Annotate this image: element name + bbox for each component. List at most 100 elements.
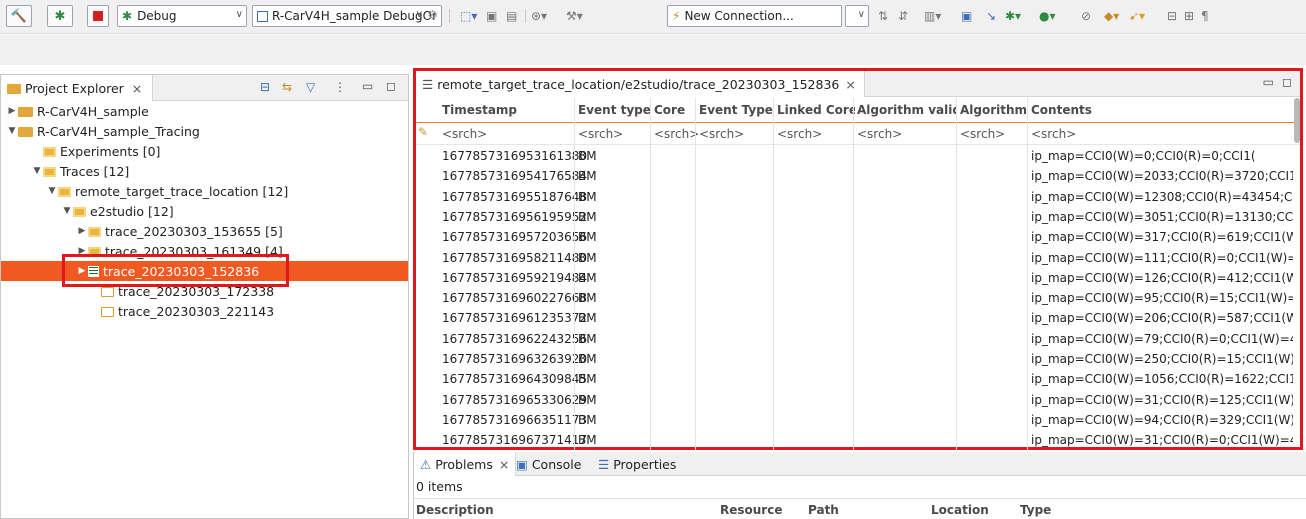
vertical-scrollbar[interactable] — [1294, 98, 1300, 143]
table-row[interactable]: 1677857316957203656 BM ip_map=CCI0(W)=317;… — [416, 227, 1300, 247]
prev-annotation-icon[interactable]: ⊟ — [1167, 8, 1177, 24]
column-header[interactable]: Algorithm valid — [857, 98, 957, 122]
debug-bug-icon[interactable]: ✱ — [47, 5, 73, 27]
link-editor-icon[interactable]: ⇆ — [282, 80, 292, 94]
collapsed-twisty-icon[interactable]: ▶ — [76, 226, 88, 236]
launch-config-select[interactable]: R-CarV4H_sample DebugOr ∨ ⚙ — [252, 5, 442, 27]
launch-config-label: R-CarV4H_sample DebugOr — [272, 9, 437, 23]
close-icon[interactable]: × — [132, 81, 142, 96]
column-header[interactable]: Contents — [1031, 98, 1291, 122]
table-row[interactable]: 1677857316954176584 BM ip_map=CCI0(W)=2033… — [416, 166, 1300, 186]
table-row[interactable]: 1677857316959219484 BM ip_map=CCI0(W)=126;… — [416, 268, 1300, 288]
column-search-field[interactable]: <srch> — [857, 124, 902, 144]
run-icon[interactable]: ●▾ — [1039, 8, 1056, 24]
tree-item[interactable]: Experiments [0] — [1, 141, 408, 161]
column-type[interactable]: Type — [1020, 503, 1051, 517]
target-icon[interactable]: ⊛▾ — [531, 8, 547, 24]
column-search-field[interactable]: <srch> — [777, 124, 822, 144]
tab-problems[interactable]: ⚠ Problems × — [414, 452, 517, 476]
paragraph-icon[interactable]: ¶ — [1201, 8, 1209, 24]
launch-mode-select[interactable]: ✱ Debug ∨ — [117, 5, 247, 27]
minimize-icon[interactable]: ▭ — [362, 79, 373, 93]
tree-item[interactable]: ▶ R-CarV4H_sample — [1, 101, 408, 121]
table-row[interactable]: 1677857316956195952 BM ip_map=CCI0(W)=3051… — [416, 207, 1300, 227]
close-icon[interactable]: × — [499, 457, 509, 472]
table-row[interactable]: 1677857316965330629 BM ip_map=CCI0(W)=31;C… — [416, 390, 1300, 410]
connection-select[interactable]: ⚡ New Connection... — [667, 5, 842, 27]
table-row[interactable]: 1677857316960227668 BM ip_map=CCI0(W)=95;C… — [416, 288, 1300, 308]
column-search-field[interactable]: <srch> — [578, 124, 623, 144]
expanded-twisty-icon[interactable]: ▼ — [46, 186, 58, 196]
tab-properties[interactable]: ☰ Properties — [592, 452, 682, 476]
table-row[interactable]: 1677857316958211480 BM ip_map=CCI0(W)=111;… — [416, 248, 1300, 268]
table-row[interactable]: 1677857316966351173 BM ip_map=CCI0(W)=94;C… — [416, 410, 1300, 430]
project-explorer-tab[interactable]: Project Explorer × — [1, 75, 154, 101]
column-location[interactable]: Location — [931, 503, 989, 517]
open-type-icon[interactable]: ◆▾ — [1104, 8, 1119, 24]
table-row[interactable]: 1677857316961235372 BM ip_map=CCI0(W)=206;… — [416, 308, 1300, 328]
connection-dropdown[interactable]: ∨ — [845, 5, 869, 27]
save-icon[interactable]: ▣ — [486, 8, 497, 24]
trace-table-icon: ☰ — [422, 76, 434, 92]
disconnect-icon[interactable]: ⇵ — [898, 8, 908, 24]
save-all-icon[interactable]: ▤ — [506, 8, 517, 24]
console-icon[interactable]: ▣ — [961, 8, 972, 24]
column-path[interactable]: Path — [808, 503, 839, 517]
maximize-icon[interactable]: ◻ — [386, 79, 396, 93]
project-icon — [18, 107, 33, 117]
tree-item[interactable]: ▼ Traces [12] — [1, 161, 408, 181]
column-search-field[interactable]: <srch> — [442, 124, 487, 144]
folder-icon — [58, 187, 71, 197]
expanded-twisty-icon[interactable]: ▼ — [61, 206, 73, 216]
close-icon[interactable]: × — [845, 77, 855, 92]
table-row[interactable]: 1677857316962243256 BM ip_map=CCI0(W)=79;C… — [416, 329, 1300, 349]
tree-item[interactable]: ▼ e2studio [12] — [1, 201, 408, 221]
table-row[interactable]: 1677857316953161380 BM ip_map=CCI0(W)=0;CC… — [416, 146, 1300, 166]
column-search-field[interactable]: <srch> — [960, 124, 1005, 144]
stop-button[interactable] — [87, 5, 109, 27]
timestamp-cell: 1677857316964309845 — [442, 372, 588, 387]
trace-editor-tab[interactable]: ☰ remote_target_trace_location/e2studio/… — [416, 71, 865, 97]
column-description[interactable]: Description — [416, 503, 494, 517]
column-search-field[interactable]: <srch> — [699, 124, 744, 144]
table-row[interactable]: 1677857316963263920 BM ip_map=CCI0(W)=250;… — [416, 349, 1300, 369]
tree-item[interactable]: trace_20230303_221143 — [1, 301, 408, 321]
column-header[interactable]: Timestamp — [442, 98, 572, 122]
collapse-all-icon[interactable]: ⊟ — [260, 80, 270, 94]
tree-item[interactable]: ▼ R-CarV4H_sample_Tracing — [1, 121, 408, 141]
tool-icon[interactable]: ⚒▾ — [566, 8, 583, 24]
connect-icon[interactable]: ⇅ — [878, 8, 888, 24]
filter-icon[interactable]: ▽ — [306, 80, 315, 94]
column-search-field[interactable]: <srch> — [654, 124, 699, 144]
tab-console[interactable]: ▣ Console — [510, 452, 587, 476]
next-annotation-icon[interactable]: ⊞ — [1184, 8, 1194, 24]
column-header[interactable]: Linked Core — [777, 98, 855, 122]
column-header[interactable]: Core — [654, 98, 696, 122]
column-header[interactable]: Algorithm — [960, 98, 1028, 122]
tree-item[interactable]: ▶ trace_20230303_153655 [5] — [1, 221, 408, 241]
gear-icon[interactable]: ⚙ — [427, 8, 438, 22]
column-resource[interactable]: Resource — [720, 503, 782, 517]
skip-icon[interactable]: ⊘ — [1081, 8, 1091, 24]
marker-icon[interactable]: ➹▾ — [1129, 8, 1145, 24]
collapsed-twisty-icon[interactable]: ▶ — [6, 106, 18, 116]
debug-icon[interactable]: ✱▾ — [1005, 8, 1021, 24]
new-icon[interactable]: ⬚▾ — [460, 8, 477, 24]
table-row[interactable]: 1677857316955187648 BM ip_map=CCI0(W)=1230… — [416, 187, 1300, 207]
terminal-icon[interactable]: ▥▾ — [924, 8, 941, 24]
build-hammer-icon[interactable]: 🔨 — [6, 5, 32, 27]
view-menu-icon[interactable]: ⋮ — [334, 80, 346, 94]
column-header[interactable]: Event type — [578, 98, 650, 122]
minimize-icon[interactable]: ▭ — [1263, 75, 1274, 89]
table-row[interactable]: 1677857316964309845 BM ip_map=CCI0(W)=1056… — [416, 369, 1300, 389]
tree-item-label: R-CarV4H_sample — [37, 103, 149, 119]
link-icon[interactable]: ↘ — [986, 8, 996, 24]
table-row[interactable]: 1677857316967371417 BM ip_map=CCI0(W)=31;C… — [416, 430, 1300, 450]
column-header[interactable]: Event Type — [699, 98, 774, 122]
expanded-twisty-icon[interactable]: ▼ — [31, 166, 43, 176]
expanded-twisty-icon[interactable]: ▼ — [6, 126, 18, 136]
tree-item-label: Traces [12] — [60, 163, 130, 179]
maximize-icon[interactable]: ◻ — [1282, 75, 1292, 89]
column-search-field[interactable]: <srch> — [1031, 124, 1076, 144]
tree-item[interactable]: ▼ remote_target_trace_location [12] — [1, 181, 408, 201]
